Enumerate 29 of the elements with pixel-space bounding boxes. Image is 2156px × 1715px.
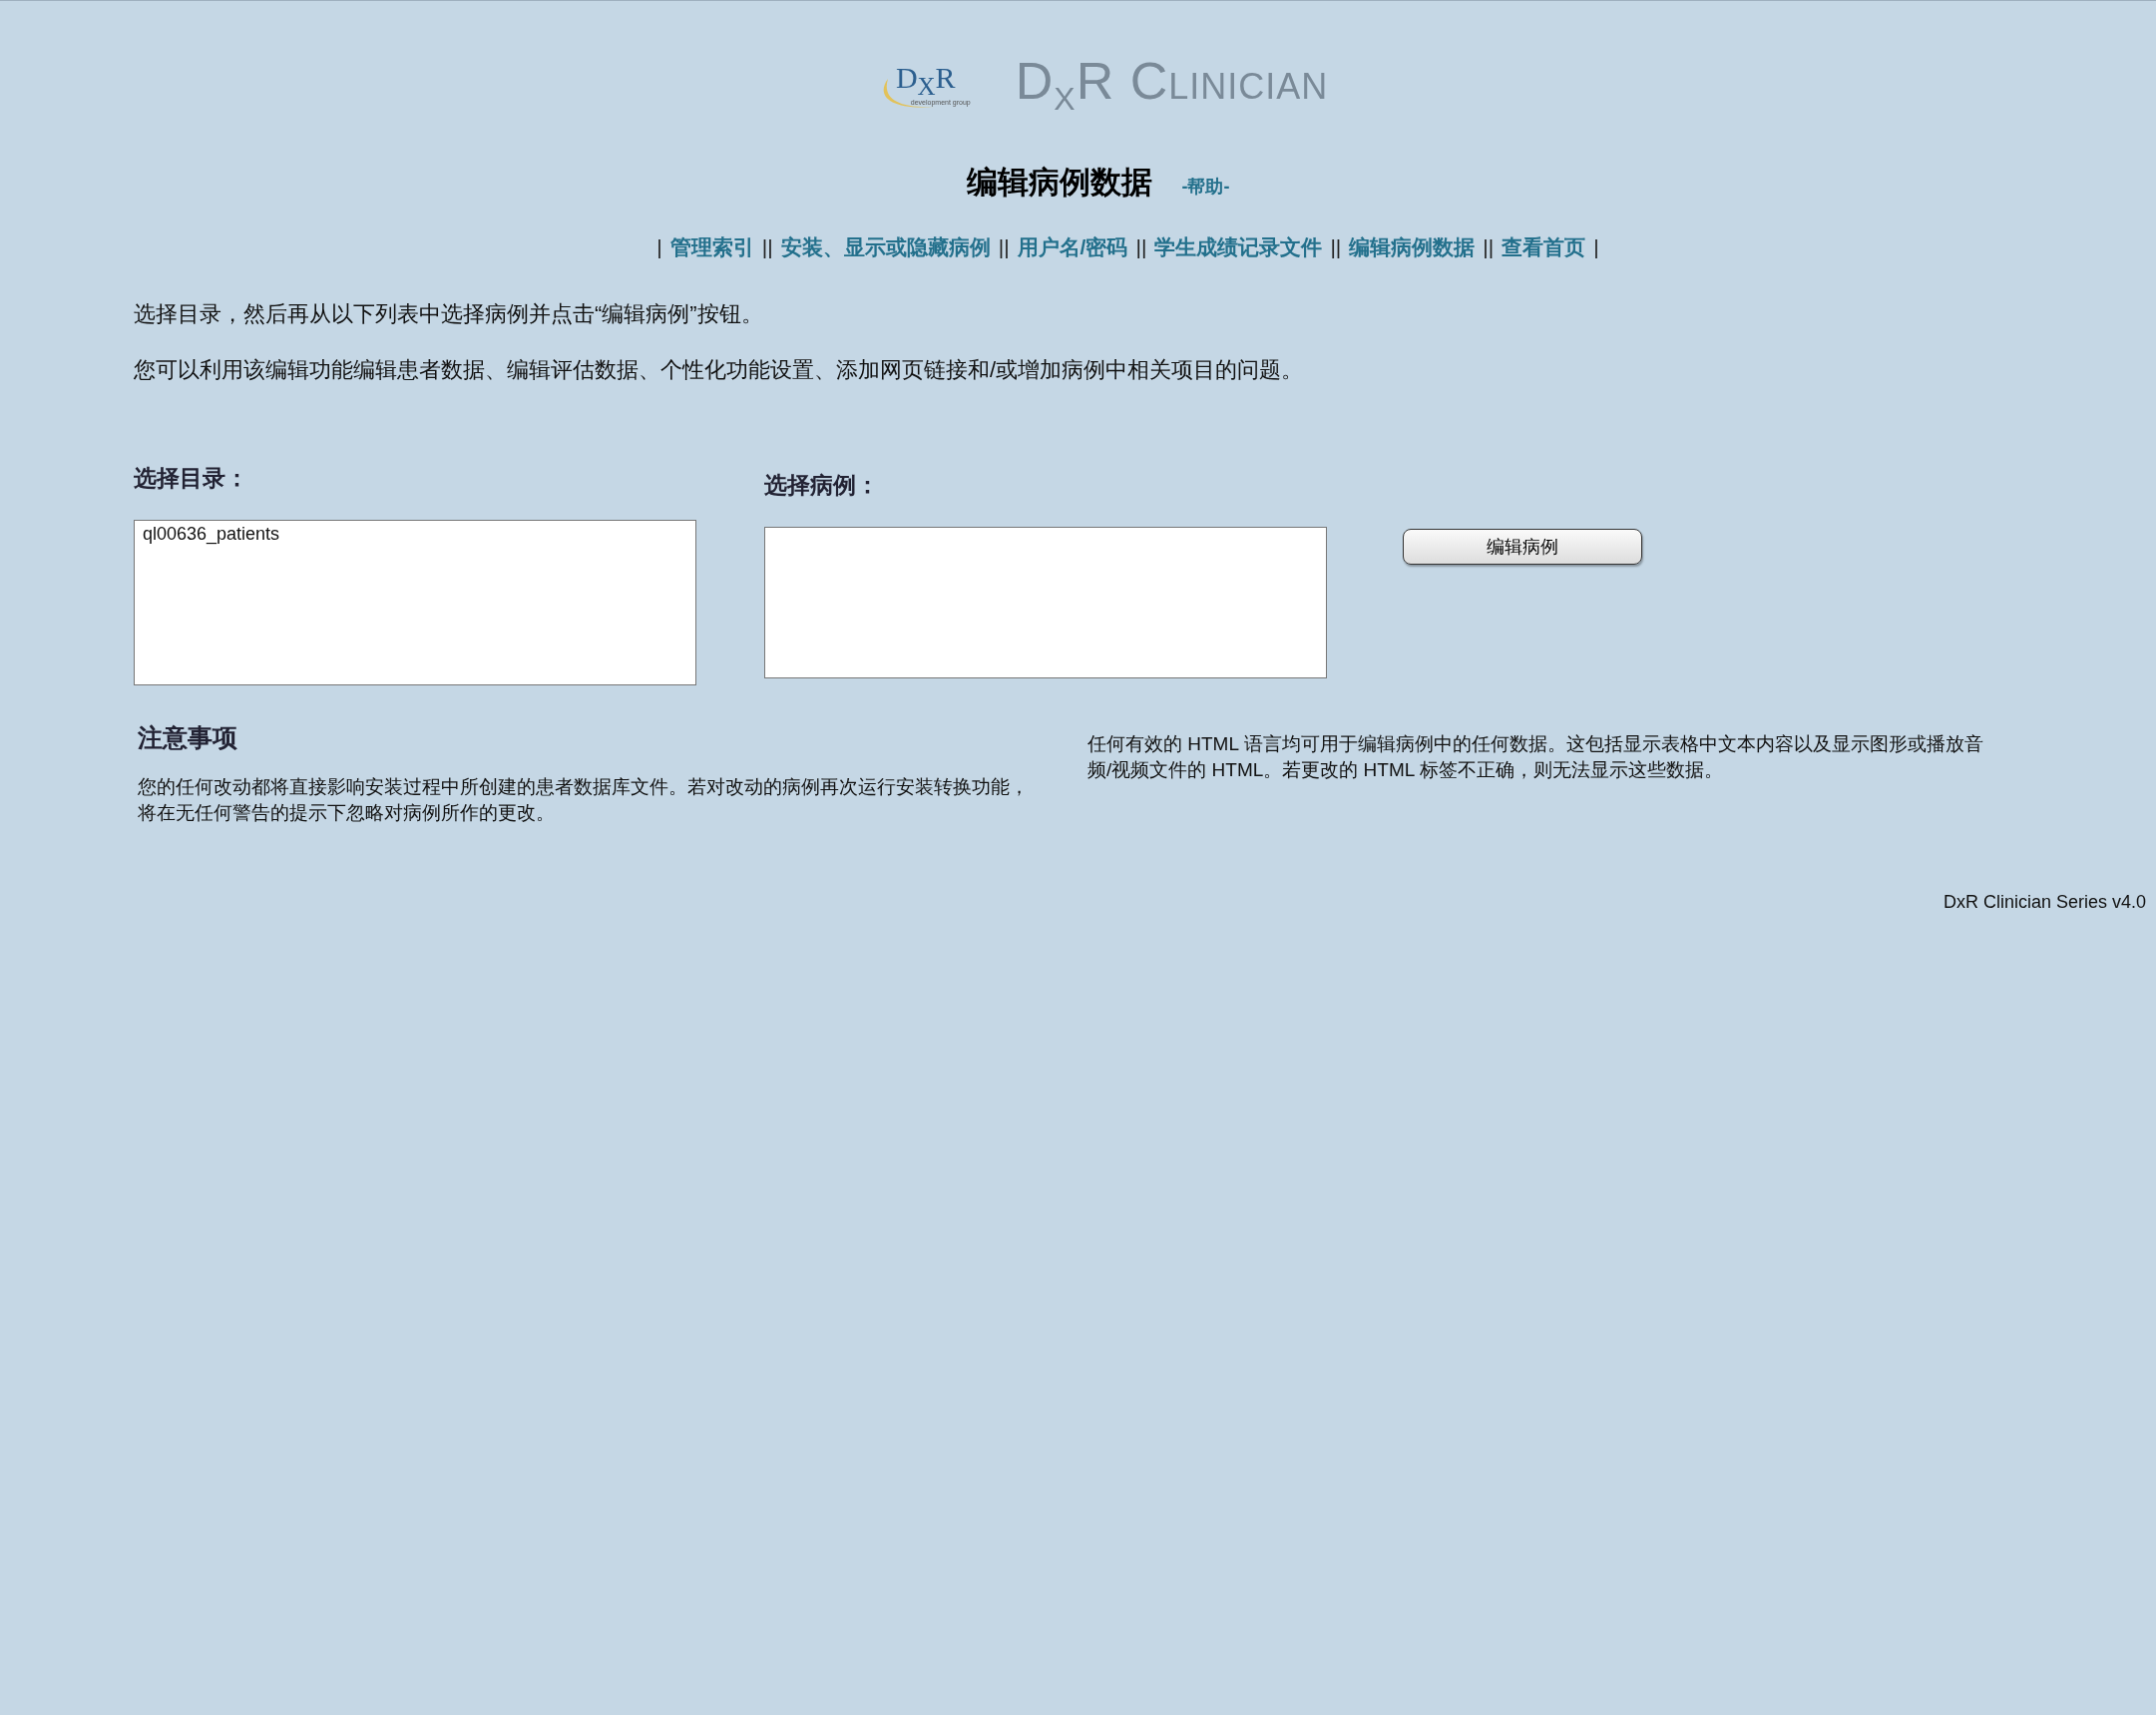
nav-link[interactable]: 用户名/密码 xyxy=(1017,233,1128,262)
case-label: 选择病例： xyxy=(764,471,880,501)
directory-option[interactable]: ql00636_patients xyxy=(141,523,689,547)
case-list[interactable] xyxy=(764,527,1327,679)
version-text: DxR Clinician Series v4.0 xyxy=(1942,892,2146,913)
nav-link[interactable]: 安装、显示或隐藏病例 xyxy=(780,233,991,262)
nav-link[interactable]: 管理索引 xyxy=(669,233,754,262)
nav-link[interactable]: 查看首页 xyxy=(1502,233,1586,262)
nav-separator: | xyxy=(656,235,662,260)
nav-separator: | xyxy=(1593,235,1599,260)
notes-text: 任何有效的 HTML 语言均可用于编辑病例中的任何数据。这包括显示表格中文本内容以及显示图形或播放音频/视频文件的 HTML。若更改的 HTML 标签不正确，则无法显示这些数据。 xyxy=(1087,732,1984,783)
nav-separator: || xyxy=(1483,235,1495,260)
instruction-text: 您可以利用该编辑功能编辑患者数据、编辑评估数据、个性化功能设置、添加网页链接和/或增加病例中相关项目的问题。 xyxy=(134,356,1305,385)
instruction-text: 选择目录，然后再从以下列表中选择病例并点击“编辑病例”按钮。 xyxy=(134,300,764,329)
notes-heading: 注意事项 xyxy=(138,722,238,754)
directory-label: 选择目录： xyxy=(134,464,249,494)
nav-link[interactable]: 编辑病例数据 xyxy=(1349,233,1476,262)
nav-separator: || xyxy=(761,235,773,260)
notes-text: 您的任何改动都将直接影响安装过程中所创建的患者数据库文件。若对改动的病例再次运行安装转换功能，将在无任何警告的提示下忽略对病例所作的更改。 xyxy=(138,775,1030,826)
help-link[interactable]: -帮助- xyxy=(1181,175,1230,200)
nav-separator: || xyxy=(1330,235,1342,260)
page-title: 编辑病例数据 xyxy=(966,164,1152,203)
logo-title: D$_{X}$R Clinician xyxy=(1015,51,1329,119)
logo-mark: D$_{X}$R xyxy=(895,63,956,100)
nav-separator: || xyxy=(1135,235,1147,260)
nav-link[interactable]: 学生成绩记录文件 xyxy=(1154,233,1323,262)
edit-case-button[interactable]: 编辑病例 xyxy=(1403,529,1642,566)
directory-list[interactable]: ql00636_patients xyxy=(134,520,696,686)
nav-separator: || xyxy=(998,235,1010,260)
